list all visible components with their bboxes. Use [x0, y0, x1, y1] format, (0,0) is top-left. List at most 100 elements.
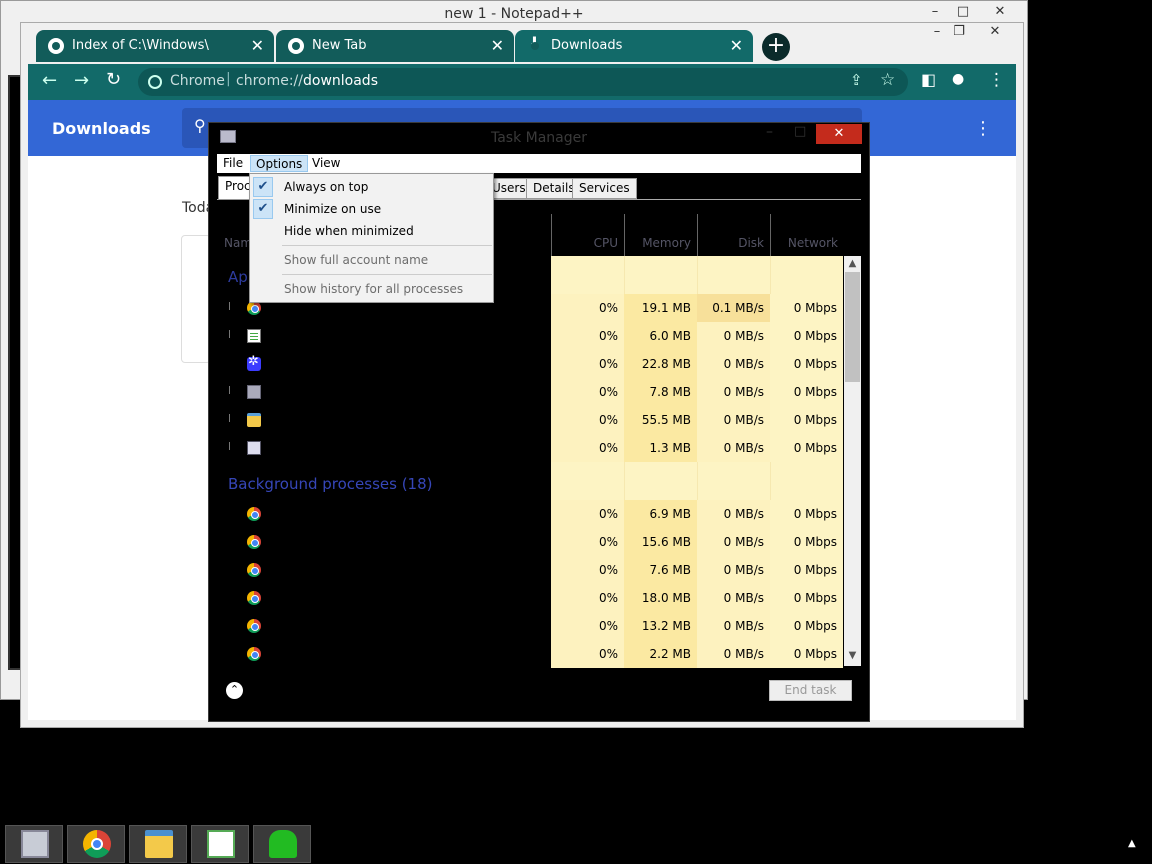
share-icon[interactable]: ⇪: [850, 71, 863, 89]
chrome-icon: [247, 647, 261, 661]
reload-button[interactable]: ↻: [106, 69, 121, 90]
cell-memory: 19.1 MB: [624, 294, 697, 322]
cell-cpu: 0%: [551, 434, 624, 462]
cell-disk: 0 MB/s: [697, 528, 770, 556]
chrome-icon: [247, 619, 261, 633]
profile-icon[interactable]: ●: [952, 71, 964, 87]
notepad-icon: [247, 329, 261, 343]
taskbar-task-manager[interactable]: [5, 825, 63, 863]
taskbar-chrome[interactable]: [67, 825, 125, 863]
menu-view[interactable]: View: [307, 155, 345, 172]
table-row[interactable]: 0% 2.2 MB 0 MB/s 0 Mbps: [551, 640, 843, 668]
cell-memory: 22.8 MB: [624, 350, 697, 378]
table-row[interactable]: 0% 13.2 MB 0 MB/s 0 Mbps: [551, 612, 843, 640]
task-manager-icon: [247, 385, 261, 399]
table-row[interactable]: 0% 15.6 MB 0 MB/s 0 Mbps: [551, 528, 843, 556]
chrome-restore-button[interactable]: ❐: [944, 24, 974, 42]
menu-item-label: Always on top: [284, 180, 369, 194]
options-dropdown: ✔ Always on top ✔ Minimize on use Hide w…: [249, 173, 494, 303]
column-header-name[interactable]: Nam: [224, 236, 252, 250]
chrome-icon: [247, 301, 261, 315]
download-item-card[interactable]: [181, 235, 211, 363]
menu-item-label: Show full account name: [284, 253, 429, 267]
group-background-header[interactable]: Background processes (18): [228, 475, 433, 493]
menu-item-minimize-on-use[interactable]: ✔ Minimize on use: [250, 198, 493, 220]
chrome-site-icon: [148, 75, 162, 89]
tm-menubar: File Options View: [217, 154, 861, 173]
chrome-icon: [247, 591, 261, 605]
column-header-network[interactable]: Network: [770, 214, 844, 256]
cell-network: 0 Mbps: [770, 378, 843, 406]
expand-arrow-icon[interactable]: [229, 414, 230, 422]
menu-item-always-on-top[interactable]: ✔ Always on top: [250, 176, 493, 198]
chrome-icon: [288, 38, 304, 54]
expand-arrow-icon[interactable]: [229, 302, 230, 310]
menu-item-show-full-account-name: Show full account name: [250, 249, 493, 271]
scroll-up-arrow-icon[interactable]: ▲: [844, 258, 861, 269]
notepadpp-maximize-button[interactable]: □: [948, 4, 978, 22]
window-icon: [247, 441, 261, 455]
tab-close-icon[interactable]: ✕: [491, 36, 504, 55]
column-header-memory[interactable]: Memory: [624, 214, 697, 256]
column-header-disk[interactable]: Disk: [697, 214, 770, 256]
table-row[interactable]: 0% 55.5 MB 0 MB/s 0 Mbps: [551, 406, 843, 434]
side-panel-icon[interactable]: ◧: [921, 70, 936, 89]
expand-arrow-icon[interactable]: [229, 386, 230, 394]
tm-minimize-button[interactable]: –: [766, 124, 773, 140]
tm-close-button[interactable]: ✕: [816, 124, 862, 144]
cell-cpu: 0%: [551, 612, 624, 640]
address-bar[interactable]: Chrome | chrome://downloads: [138, 68, 908, 96]
cell-memory: 15.6 MB: [624, 528, 697, 556]
menu-separator: [282, 274, 492, 275]
fewer-details-button[interactable]: ⌃: [226, 682, 243, 699]
downloads-menu-icon[interactable]: ⋮: [974, 118, 992, 139]
tab-close-icon[interactable]: ✕: [251, 36, 264, 55]
cell-cpu: 0%: [551, 350, 624, 378]
end-task-button[interactable]: End task: [769, 680, 852, 701]
table-row[interactable]: 0% 1.3 MB 0 MB/s 0 Mbps: [551, 434, 843, 462]
tab-close-icon[interactable]: ✕: [730, 36, 743, 55]
chrome-icon: [247, 563, 261, 577]
table-row[interactable]: 0% 6.9 MB 0 MB/s 0 Mbps: [551, 500, 843, 528]
new-tab-button[interactable]: +: [762, 33, 790, 61]
forward-button[interactable]: →: [74, 70, 89, 91]
cell-network: 0 Mbps: [770, 612, 843, 640]
tray-arrow-icon[interactable]: ▲: [1128, 838, 1136, 849]
cell-disk: 0 MB/s: [697, 406, 770, 434]
menu-item-hide-when-minimized[interactable]: Hide when minimized: [250, 220, 493, 242]
table-row[interactable]: 0% 7.8 MB 0 MB/s 0 Mbps: [551, 378, 843, 406]
back-button[interactable]: ←: [42, 70, 57, 91]
notepadpp-close-button[interactable]: ✕: [985, 4, 1015, 22]
tab-new-tab[interactable]: New Tab ✕: [276, 30, 514, 62]
address-separator: |: [226, 71, 231, 87]
expand-arrow-icon[interactable]: [229, 442, 230, 450]
cell-cpu: 0%: [551, 640, 624, 668]
bookmark-star-icon[interactable]: ☆: [880, 70, 895, 90]
cell-cpu: 0%: [551, 528, 624, 556]
tm-maximize-button[interactable]: □: [794, 124, 806, 139]
cell-disk: 0 MB/s: [697, 378, 770, 406]
table-row[interactable]: 0% 22.8 MB 0 MB/s 0 Mbps: [551, 350, 843, 378]
notepadpp-minimize-button[interactable]: –: [920, 4, 950, 22]
chrome-menu-icon[interactable]: ⋮: [988, 70, 1005, 90]
table-row[interactable]: 0% 19.1 MB 0.1 MB/s 0 Mbps: [551, 294, 843, 322]
tab-downloads[interactable]: ⬇ Downloads ✕: [515, 30, 753, 62]
address-brand: Chrome: [170, 73, 225, 89]
menu-file[interactable]: File: [218, 155, 248, 172]
taskbar-cygwin[interactable]: [253, 825, 311, 863]
menu-options[interactable]: Options: [250, 155, 309, 172]
tab-services[interactable]: Services: [572, 178, 637, 199]
taskbar-notepad-plus-plus[interactable]: [191, 825, 249, 863]
scrollbar-thumb[interactable]: [845, 272, 860, 382]
menu-item-show-history-all-processes: Show history for all processes: [250, 278, 493, 300]
tab-index-of-windows[interactable]: Index of C:\Windows\ ✕: [36, 30, 274, 62]
table-row[interactable]: 0% 7.6 MB 0 MB/s 0 Mbps: [551, 556, 843, 584]
column-header-cpu[interactable]: CPU: [551, 214, 624, 256]
scroll-down-arrow-icon[interactable]: ▼: [844, 650, 861, 661]
address-url: chrome://downloads: [236, 73, 378, 89]
taskbar-file-explorer[interactable]: [129, 825, 187, 863]
table-row[interactable]: 0% 18.0 MB 0 MB/s 0 Mbps: [551, 584, 843, 612]
chrome-close-button[interactable]: ✕: [980, 24, 1010, 42]
table-row[interactable]: 0% 6.0 MB 0 MB/s 0 Mbps: [551, 322, 843, 350]
expand-arrow-icon[interactable]: [229, 330, 230, 338]
